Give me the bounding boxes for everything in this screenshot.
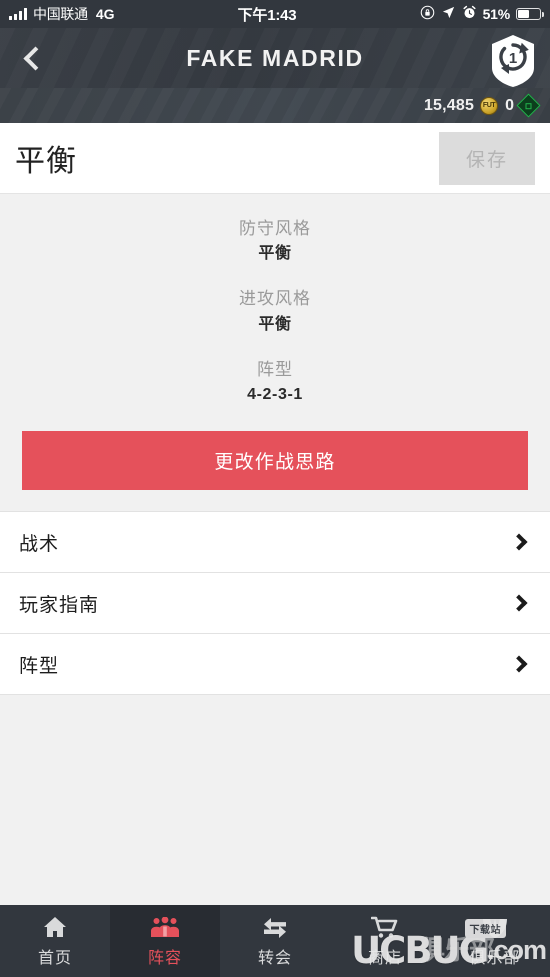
summary-item-offensive: 进攻风格 平衡	[0, 286, 550, 336]
list-item-tactics[interactable]: 战术	[0, 512, 550, 574]
app-header: FAKE MADRID 1	[0, 28, 550, 88]
tactics-summary: 防守风格 平衡 进攻风格 平衡 阵型 4-2-3-1	[0, 194, 550, 428]
list-item-label: 阵型	[19, 655, 60, 677]
chevron-right-icon	[510, 655, 528, 673]
tab-label: 首页	[37, 950, 72, 967]
summary-value: 平衡	[258, 315, 292, 333]
alarm-clock-icon	[462, 5, 477, 24]
carrier-name: 中国联通	[33, 6, 88, 22]
list-item-formation[interactable]: 阵型	[0, 634, 550, 696]
coins-value: 15,485	[423, 96, 475, 114]
list-item-label: 战术	[19, 533, 60, 555]
list-item-player-instructions[interactable]: 玩家指南	[0, 573, 550, 635]
points-group: 0	[505, 93, 541, 118]
tab-label: 商店	[367, 950, 402, 967]
squad-people-icon	[150, 914, 180, 939]
app-screen: 中国联通 4G 下午1:43 51% FAKE MADRID 1 15,485 …	[0, 0, 550, 977]
summary-label: 防守风格	[239, 219, 311, 238]
club-shield-icon	[481, 914, 509, 939]
settings-list: 战术 玩家指南 阵型	[0, 511, 550, 696]
shopping-cart-icon	[371, 914, 399, 939]
plan-title-row: 平衡 保存	[0, 123, 550, 194]
club-crest-icon[interactable]: 1	[489, 34, 537, 88]
rotation-lock-icon	[420, 5, 435, 24]
plan-name: 平衡	[15, 145, 77, 178]
cta-container: 更改作战思路	[0, 427, 550, 512]
home-icon	[42, 914, 68, 939]
tab-transfers[interactable]: 转会	[220, 905, 330, 977]
tab-squad[interactable]: 阵容	[110, 905, 220, 977]
tab-label: 俱乐部	[469, 950, 521, 967]
back-button[interactable]	[0, 28, 66, 88]
chevron-right-icon	[510, 533, 528, 551]
club-badge-number: 1	[509, 50, 517, 67]
status-bar-left: 中国联通 4G	[9, 4, 115, 24]
coins-group: 15,485 FUT	[423, 96, 499, 115]
back-chevron-icon	[23, 45, 48, 71]
status-bar: 中国联通 4G 下午1:43 51%	[0, 0, 550, 28]
clock-time: 下午1:43	[237, 6, 297, 24]
list-item-label: 玩家指南	[19, 594, 100, 616]
fut-coin-label: FUT	[482, 102, 496, 109]
currency-bar: 15,485 FUT 0	[0, 88, 550, 123]
network-type: 4G	[95, 6, 115, 22]
summary-value: 平衡	[258, 245, 292, 263]
page-title: FAKE MADRID	[186, 44, 364, 71]
summary-item-defensive: 防守风格 平衡	[0, 216, 550, 266]
save-button[interactable]: 保存	[438, 131, 535, 185]
tab-club[interactable]: 俱乐部	[440, 905, 550, 977]
summary-label: 进攻风格	[239, 289, 311, 309]
tab-home[interactable]: 首页	[0, 905, 110, 977]
summary-value: 4-2-3-1	[247, 386, 303, 404]
tab-store[interactable]: 商店	[330, 905, 440, 977]
change-mentality-button[interactable]: 更改作战思路	[22, 431, 528, 491]
status-bar-right: 51%	[420, 5, 544, 24]
summary-item-formation: 阵型 4-2-3-1	[0, 357, 550, 407]
fifa-points-diamond-icon	[516, 93, 541, 118]
battery-icon	[516, 8, 544, 20]
battery-percent: 51%	[482, 6, 511, 22]
tab-label: 转会	[257, 950, 292, 967]
signal-bars-icon	[9, 8, 27, 20]
content-spacer	[0, 695, 550, 905]
chevron-right-icon	[510, 594, 528, 612]
points-value: 0	[505, 96, 514, 114]
bottom-tab-bar: 首页 阵容 转会 商店 俱乐部	[0, 905, 550, 977]
summary-label: 阵型	[257, 359, 293, 379]
tab-label: 阵容	[147, 950, 182, 967]
location-arrow-icon	[441, 5, 456, 24]
status-bar-center: 下午1:43	[115, 4, 420, 25]
fut-coin-icon: FUT	[480, 96, 499, 115]
transfer-arrows-icon	[261, 914, 289, 939]
